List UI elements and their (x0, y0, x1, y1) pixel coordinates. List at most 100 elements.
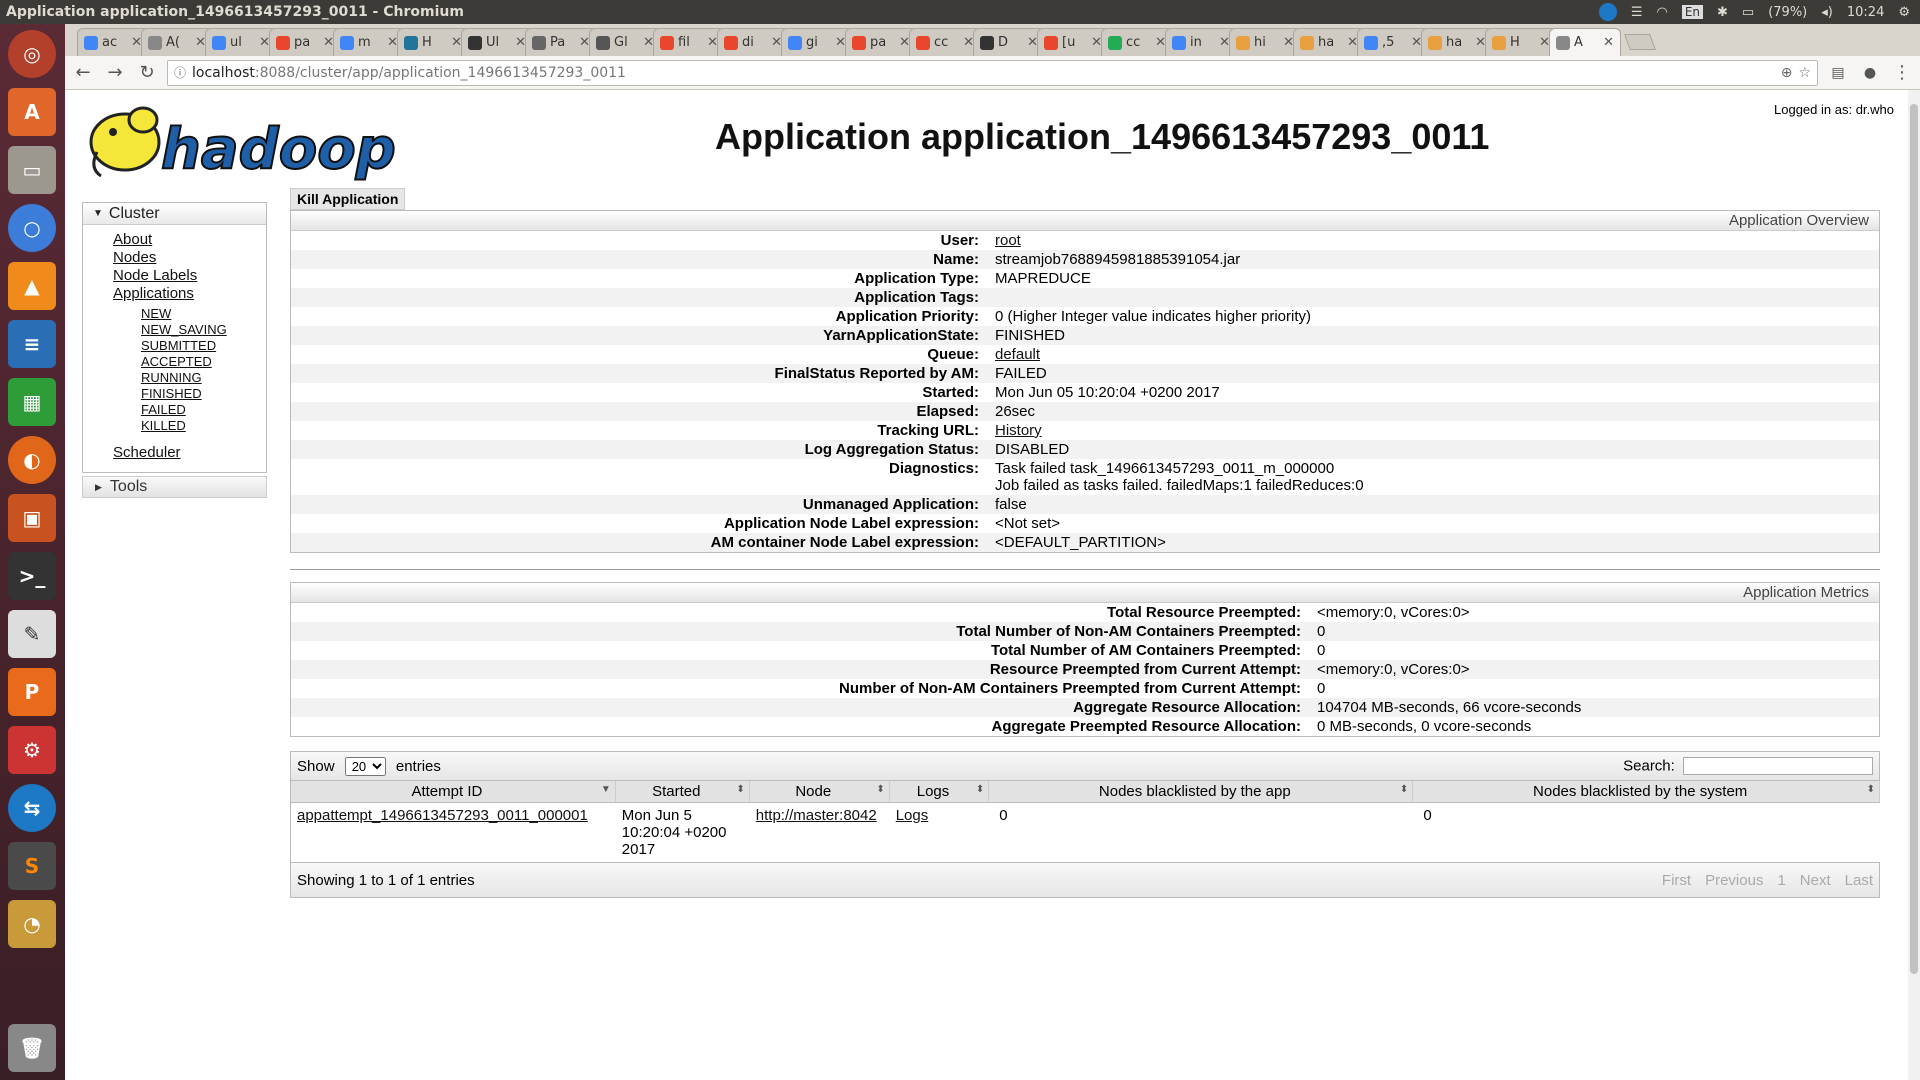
hadoop-logo[interactable]: hadoop (83, 102, 413, 184)
nav-node-labels[interactable]: Node Labels (113, 267, 266, 285)
nav-state-accepted[interactable]: ACCEPTED (141, 354, 266, 370)
nav-applications[interactable]: Applications (113, 285, 266, 303)
bluetooth-icon[interactable]: ✱ (1717, 5, 1728, 20)
terminal-icon[interactable]: >_ (8, 552, 56, 600)
browser-tab[interactable]: ,5 ✕ (1357, 28, 1429, 56)
pdf-editor-icon[interactable]: P (8, 668, 56, 716)
vlc-icon[interactable]: ▲ (8, 262, 56, 310)
browser-tab[interactable]: m ✕ (333, 28, 405, 56)
nav-about[interactable]: About (113, 231, 266, 249)
nav-state-killed[interactable]: KILLED (141, 418, 266, 434)
browser-tab[interactable]: in ✕ (1165, 28, 1237, 56)
profile-icon[interactable]: ● (1858, 61, 1882, 85)
trash-icon[interactable]: 🗑 (8, 1024, 56, 1072)
chromium-icon[interactable]: ○ (8, 204, 56, 252)
logs-link[interactable]: Logs (896, 807, 929, 824)
ubuntu-home-icon[interactable]: ◎ (8, 30, 56, 78)
battery-icon[interactable]: ▭ (1742, 5, 1754, 20)
nav-state-submitted[interactable]: SUBMITTED (141, 338, 266, 354)
nav-state-running[interactable]: RUNNING (141, 370, 266, 386)
back-button[interactable]: ← (71, 61, 95, 85)
tab-close-icon[interactable]: ✕ (1603, 35, 1614, 50)
browser-tab[interactable]: cc ✕ (1101, 28, 1173, 56)
browser-tab[interactable]: pa ✕ (845, 28, 917, 56)
system-settings-icon[interactable]: ⚙ (8, 726, 56, 774)
column-header[interactable]: Started ⬍ (615, 781, 750, 803)
disk-usage-icon[interactable]: ◔ (8, 900, 56, 948)
info-value-link[interactable]: root (995, 232, 1021, 249)
column-header[interactable]: Node ⬍ (749, 781, 890, 803)
browser-tab[interactable]: ha ✕ (1293, 28, 1365, 56)
text-editor-icon[interactable]: ✎ (8, 610, 56, 658)
info-value-link[interactable]: default (995, 346, 1040, 363)
info-value-link[interactable]: History (995, 422, 1042, 439)
tools-menu[interactable]: ▶ Tools (82, 476, 267, 498)
entries-select[interactable]: 20 (344, 756, 386, 776)
nav-state-new-saving[interactable]: NEW_SAVING (141, 322, 266, 338)
writer-icon[interactable]: ≡ (8, 320, 56, 368)
browser-tab[interactable]: Gl ✕ (589, 28, 661, 56)
browser-tab[interactable]: Pa ✕ (525, 28, 597, 56)
browser-tab[interactable]: H ✕ (397, 28, 469, 56)
column-header[interactable]: Nodes blacklisted by the app ⬍ (988, 781, 1414, 803)
browser-tab[interactable]: hi ✕ (1229, 28, 1301, 56)
keyboard-layout[interactable]: En (1681, 5, 1704, 19)
gear-icon[interactable]: ⚙ (1898, 5, 1910, 20)
forward-button[interactable]: → (103, 61, 127, 85)
info-icon[interactable]: ⓘ (174, 64, 186, 81)
volume-icon[interactable]: ◂) (1821, 5, 1833, 20)
extension-icon[interactable]: ▤ (1826, 61, 1850, 85)
cluster-header[interactable]: ▼ Cluster (83, 203, 266, 225)
teamviewer-launcher-icon[interactable]: ⇆ (8, 784, 56, 832)
menu-icon[interactable]: ☰ (1631, 5, 1643, 20)
nav-scheduler[interactable]: Scheduler (113, 444, 266, 462)
browser-tab[interactable]: A ✕ (1549, 28, 1621, 56)
clock[interactable]: 10:24 (1847, 5, 1884, 20)
browser-tab[interactable]: fil ✕ (653, 28, 725, 56)
pager-previous[interactable]: Previous (1705, 872, 1763, 889)
nav-state-finished[interactable]: FINISHED (141, 386, 266, 402)
browser-tab[interactable]: ha ✕ (1421, 28, 1493, 56)
column-header[interactable]: Attempt ID ▼ (290, 781, 616, 803)
calc-icon[interactable]: ▦ (8, 378, 56, 426)
file-manager-icon[interactable]: ▭ (8, 146, 56, 194)
teamviewer-icon[interactable] (1598, 3, 1617, 21)
kill-application-button[interactable]: Kill Application (290, 188, 406, 210)
reload-button[interactable]: ↻ (135, 61, 159, 85)
wifi-icon[interactable]: ◠ (1656, 5, 1667, 20)
browser-tab[interactable]: ac ✕ (77, 28, 149, 56)
browser-tab[interactable]: di ✕ (717, 28, 789, 56)
scrollbar-thumb[interactable] (1910, 104, 1918, 974)
software-center-icon[interactable]: A (8, 88, 56, 136)
browser-tab[interactable]: [u ✕ (1037, 28, 1109, 56)
search-input[interactable] (1683, 757, 1873, 775)
nav-nodes[interactable]: Nodes (113, 249, 266, 267)
browser-tab[interactable]: H ✕ (1485, 28, 1557, 56)
nav-state-new[interactable]: NEW (141, 306, 266, 322)
chrome-menu-icon[interactable]: ⋮ (1890, 61, 1914, 85)
new-tab-button[interactable] (1624, 34, 1656, 50)
sublime-text-icon[interactable]: S (8, 842, 56, 890)
browser-tab[interactable]: pa ✕ (269, 28, 341, 56)
node-link[interactable]: http://master:8042 (756, 807, 877, 824)
pager-last[interactable]: Last (1845, 872, 1873, 889)
page-scrollbar[interactable] (1908, 90, 1920, 1080)
browser-tab[interactable]: cc ✕ (909, 28, 981, 56)
browser-tab[interactable]: ul ✕ (205, 28, 277, 56)
pager-1[interactable]: 1 (1777, 872, 1785, 889)
column-header[interactable]: Nodes blacklisted by the system ⬍ (1412, 781, 1880, 803)
browser-tab[interactable]: D ✕ (973, 28, 1045, 56)
attempt-id-link[interactable]: appattempt_1496613457293_0011_000001 (297, 807, 588, 824)
nav-state-failed[interactable]: FAILED (141, 402, 266, 418)
impress-icon[interactable]: ▣ (8, 494, 56, 542)
zoom-icon[interactable]: ⊕ (1781, 65, 1793, 81)
firefox-icon[interactable]: ◐ (8, 436, 56, 484)
column-header[interactable]: Logs ⬍ (889, 781, 990, 803)
pager-first[interactable]: First (1662, 872, 1691, 889)
pager-next[interactable]: Next (1800, 872, 1831, 889)
address-bar[interactable]: ⓘ localhost:8088/cluster/app/application… (167, 59, 1818, 86)
browser-tab[interactable]: gi ✕ (781, 28, 853, 56)
browser-tab[interactable]: Ul ✕ (461, 28, 533, 56)
browser-tab[interactable]: A(✕ (141, 28, 213, 56)
bookmark-star-icon[interactable]: ☆ (1798, 65, 1811, 81)
